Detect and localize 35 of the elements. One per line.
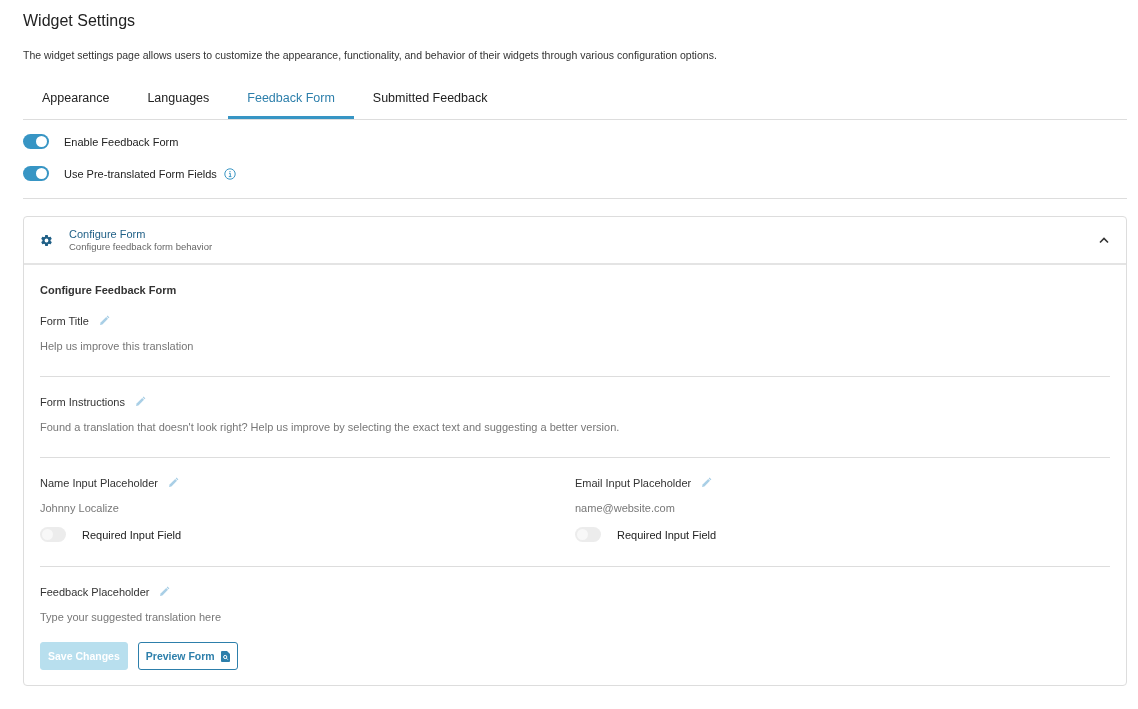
field-value[interactable]: Help us improve this translation bbox=[40, 340, 1110, 352]
field-label: Name Input Placeholder bbox=[40, 477, 158, 489]
panel-title: Configure Form bbox=[69, 228, 147, 240]
tab[interactable]: Appearance bbox=[23, 81, 129, 119]
field-value[interactable]: name@website.com bbox=[575, 502, 1110, 514]
tab[interactable]: Submitted Feedback bbox=[353, 81, 507, 119]
pencil-icon[interactable] bbox=[158, 586, 171, 598]
field-label: Email Input Placeholder bbox=[575, 477, 692, 489]
field-label: Feedback Placeholder bbox=[40, 586, 150, 598]
toggle-switch[interactable] bbox=[23, 166, 49, 181]
info-icon[interactable] bbox=[223, 167, 236, 180]
field-value[interactable]: Johnny Localize bbox=[40, 502, 575, 514]
gear-icon bbox=[40, 233, 53, 247]
panel-subtitle: Configure feedback form behavior bbox=[69, 241, 214, 252]
tab[interactable]: Feedback Form bbox=[228, 81, 354, 119]
collapse-chevron-icon[interactable] bbox=[1098, 236, 1110, 244]
field-label: Form Title bbox=[40, 315, 89, 327]
pencil-icon[interactable] bbox=[167, 477, 179, 489]
toggle-label: Required Input Field bbox=[82, 528, 182, 541]
field-value[interactable]: Type your suggested translation here bbox=[40, 611, 1110, 623]
pencil-icon[interactable] bbox=[700, 477, 713, 489]
field-label: Form Instructions bbox=[40, 396, 125, 408]
tab[interactable]: Languages bbox=[128, 81, 229, 119]
action-button[interactable]: Preview Form bbox=[137, 642, 238, 670]
page-description: The widget settings page allows users to customize the appearance, functionality, and behavior of their widgets through various configuration options. bbox=[23, 49, 718, 61]
toggle-label: Use Pre-translated Form Fields bbox=[64, 167, 217, 180]
pencil-icon[interactable] bbox=[97, 315, 110, 327]
pencil-icon[interactable] bbox=[133, 396, 146, 408]
page-title: Widget Settings bbox=[23, 12, 137, 31]
field-value[interactable]: Found a translation that doesn't look right? Help us improve by selecting the exact text and suggesting a better version. bbox=[40, 421, 1110, 433]
toggle-switch[interactable] bbox=[23, 134, 49, 149]
toggle-label: Required Input Field bbox=[617, 528, 717, 541]
form-heading: Configure Feedback Form bbox=[40, 284, 178, 296]
toggle-label: Enable Feedback Form bbox=[64, 135, 179, 148]
document-search-icon bbox=[220, 650, 230, 662]
